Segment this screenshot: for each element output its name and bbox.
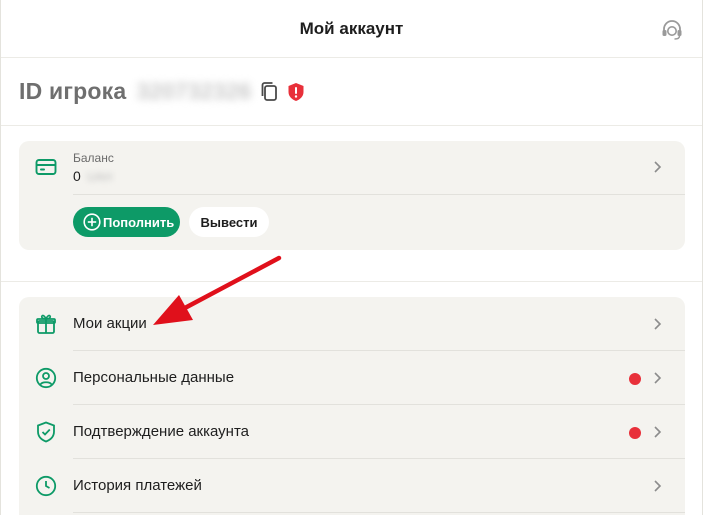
- menu-item-label: Персональные данные: [73, 369, 235, 386]
- menu-item-label: Подтверждение аккаунта: [73, 423, 250, 440]
- menu-item-account-verification[interactable]: Подтверждение аккаунта: [19, 405, 685, 459]
- alert-dot: [629, 373, 641, 385]
- top-bar: Мой аккаунт: [1, 0, 702, 58]
- chevron-right-icon: [654, 372, 662, 384]
- chevron-right-icon: [654, 161, 662, 173]
- shield-check-icon: [37, 421, 55, 443]
- divider: [73, 194, 685, 195]
- gift-icon: [36, 314, 56, 334]
- copy-icon[interactable]: [259, 81, 279, 103]
- headset-icon[interactable]: [660, 18, 684, 42]
- balance-card: Баланс 0 UAH Пополнить Вывести: [19, 141, 685, 250]
- user-circle-icon: [35, 367, 57, 389]
- menu-item-promotions[interactable]: Мои акции: [19, 297, 685, 351]
- player-id-row: ID игрока 320732326: [1, 58, 702, 126]
- divider: [73, 512, 685, 513]
- balance-amount: 0 UAH: [73, 168, 112, 184]
- menu-item-personal-data[interactable]: Персональные данные: [19, 351, 685, 405]
- credit-card-icon: [35, 159, 57, 175]
- withdraw-label: Вывести: [200, 214, 258, 230]
- chevron-right-icon: [654, 318, 662, 330]
- chevron-right-icon: [654, 426, 662, 438]
- balance-currency: UAH: [86, 170, 113, 184]
- withdraw-button[interactable]: Вывести: [189, 207, 269, 237]
- section-divider: [1, 281, 702, 282]
- menu-item-payment-history[interactable]: История платежей: [19, 459, 685, 513]
- account-menu: Мои акции Персональные данные Подтвержде…: [19, 297, 685, 515]
- shield-alert-icon[interactable]: [287, 82, 305, 102]
- chevron-right-icon: [654, 480, 662, 492]
- plus-circle-icon: [83, 213, 101, 231]
- deposit-label: Пополнить: [103, 214, 175, 230]
- menu-item-label: История платежей: [73, 477, 202, 494]
- balance-value: 0: [73, 168, 81, 184]
- menu-item-label: Мои акции: [73, 315, 147, 332]
- account-screen: Мой аккаунт ID игрока 320732326 Баланс 0…: [0, 0, 703, 515]
- page-title: Мой аккаунт: [299, 18, 404, 38]
- balance-label: Баланс: [73, 151, 114, 165]
- deposit-button[interactable]: Пополнить: [73, 207, 180, 237]
- balance-row[interactable]: Баланс 0 UAH: [19, 141, 685, 194]
- clock-icon: [35, 475, 57, 497]
- alert-dot: [629, 427, 641, 439]
- player-id-label: ID игрока: [19, 78, 127, 104]
- player-id-value: 320732326: [136, 78, 252, 104]
